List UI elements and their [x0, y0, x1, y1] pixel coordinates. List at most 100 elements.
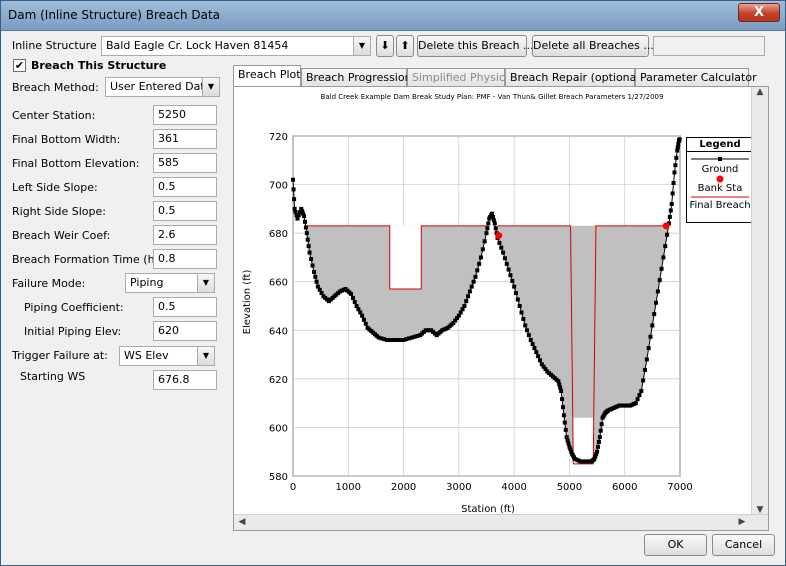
ground-marker [659, 266, 664, 271]
ground-marker [525, 328, 530, 333]
tab-breach-progression[interactable]: Breach Progression [301, 68, 412, 88]
move-down-button[interactable]: ⬇ [376, 35, 394, 57]
y-tick-label: 660 [269, 278, 288, 289]
y-tick-label: 720 [269, 132, 288, 143]
legend-bank-label: Bank Sta [697, 183, 743, 194]
starting-ws-input[interactable]: 676.8 [153, 370, 217, 390]
delete-breach-button[interactable]: Delete this Breach ... [417, 35, 534, 57]
breach-structure-label: Breach This Structure [31, 59, 167, 72]
initial-piping-label: Initial Piping Elev: [24, 325, 122, 338]
scroll-right-icon[interactable]: ▶ [734, 517, 750, 527]
scroll-left-icon[interactable]: ◀ [234, 517, 250, 527]
ground-marker [665, 232, 670, 237]
ground-marker [504, 261, 509, 266]
ground-marker [469, 284, 474, 289]
field-label: Right Side Slope: [12, 205, 106, 218]
ground-marker [513, 291, 518, 296]
ground-marker [677, 137, 682, 142]
cancel-button[interactable]: Cancel [712, 534, 775, 556]
ground-marker [673, 163, 678, 168]
ground-marker [363, 321, 368, 326]
y-tick-label: 700 [269, 181, 288, 192]
ground-marker [482, 239, 487, 244]
ground-marker [639, 389, 644, 393]
move-up-button[interactable]: ⬆ [396, 35, 414, 57]
right-side-slope-input[interactable]: 0.5 [153, 201, 217, 221]
final-bottom-width-input[interactable]: 361 [153, 129, 217, 149]
field-label: Breach Formation Time (hrs): [12, 253, 173, 266]
ground-marker [501, 250, 506, 255]
ground-marker [512, 284, 517, 289]
breach-weir-coef-input[interactable]: 2.6 [153, 225, 217, 245]
failure-mode-label: Failure Mode: [12, 277, 86, 290]
ground-marker [663, 244, 668, 249]
y-tick-label: 680 [269, 229, 288, 240]
tab-breach-repair[interactable]: Breach Repair (optional) [505, 68, 644, 88]
breach-plot-chart: Bald Creek Example Dam Break Study Plan:… [242, 93, 693, 515]
ok-button[interactable]: OK [644, 534, 707, 556]
ground-marker [599, 422, 604, 427]
tab-breach-plot[interactable]: Breach Plot [233, 65, 301, 87]
ground-marker [644, 357, 649, 362]
y-axis-label: Elevation (ft) [242, 270, 253, 335]
legend-title: Legend [687, 138, 753, 152]
ground-marker [650, 323, 655, 328]
bank-station-marker [495, 232, 503, 240]
ground-marker [648, 334, 653, 339]
ground-marker [668, 208, 673, 213]
ground-marker [502, 256, 507, 261]
ground-marker [309, 257, 314, 262]
ground-marker [596, 440, 601, 444]
breach-structure-checkbox[interactable]: ✔ [13, 59, 26, 72]
piping-coef-input[interactable]: 0.5 [153, 297, 217, 317]
chart-subtitle: Bald Creek Example Dam Break Study Plan:… [321, 93, 664, 101]
failure-mode-select[interactable]: Piping ▼ [125, 273, 215, 293]
breach-method-select[interactable]: User Entered Data ▼ [105, 77, 220, 97]
ground-marker [508, 273, 513, 278]
ground-marker [563, 427, 568, 432]
x-tick-label: 1000 [336, 482, 361, 493]
left-side-slope-input[interactable]: 0.5 [153, 177, 217, 197]
ground-marker [307, 250, 312, 255]
chevron-down-icon: ▼ [202, 78, 219, 96]
ground-marker [349, 291, 354, 296]
breach-method-label: Breach Method: [12, 81, 99, 94]
ground-marker [671, 180, 676, 185]
ground-marker [534, 350, 539, 355]
horizontal-scrollbar[interactable]: ◀ ▶ [234, 514, 768, 530]
vertical-scrollbar[interactable]: ▲ ▼ [751, 87, 768, 515]
inline-structure-label: Inline Structure [12, 39, 97, 52]
ground-marker [305, 237, 310, 242]
ground-marker [530, 342, 535, 347]
ground-marker [597, 435, 602, 440]
delete-all-breaches-button[interactable]: Delete all Breaches ... [532, 35, 654, 57]
status-field [653, 36, 765, 56]
initial-piping-input[interactable]: 620 [153, 321, 217, 341]
field-label: Left Side Slope: [12, 181, 98, 194]
breach-data-window: Dam (Inline Structure) Breach Data X Inl… [0, 0, 786, 566]
tab-simplified-physical[interactable]: Simplified Physical [407, 68, 515, 88]
close-button[interactable]: X [738, 3, 780, 22]
ground-marker [526, 333, 531, 338]
final-bottom-elevation-input[interactable]: 585 [153, 153, 217, 173]
center-station-input[interactable]: 5250 [153, 105, 217, 125]
ground-marker [598, 428, 603, 433]
inline-structure-select[interactable]: Bald Eagle Cr. Lock Haven 81454 ▼ [101, 36, 371, 56]
breach-plot-panel: Bald Creek Example Dam Break Study Plan:… [233, 86, 769, 531]
ground-marker [497, 240, 502, 245]
ground-marker [559, 389, 564, 393]
trigger-select[interactable]: WS Elev ▼ [119, 346, 215, 366]
ground-marker [560, 405, 565, 410]
tab-parameter-calculator[interactable]: Parameter Calculator [635, 68, 757, 88]
ground-marker [667, 214, 672, 219]
ground-marker [478, 255, 483, 260]
legend-breach-label: Final Breach [689, 200, 751, 211]
ground-marker [467, 289, 472, 294]
ground-marker [537, 358, 542, 363]
ground-marker [350, 295, 355, 300]
title-bar: Dam (Inline Structure) Breach Data X [1, 1, 785, 31]
ground-marker [661, 255, 666, 260]
scroll-up-icon[interactable]: ▲ [752, 87, 768, 97]
breach-formation-time-input[interactable]: 0.8 [153, 249, 217, 269]
field-label: Final Bottom Width: [12, 133, 121, 146]
